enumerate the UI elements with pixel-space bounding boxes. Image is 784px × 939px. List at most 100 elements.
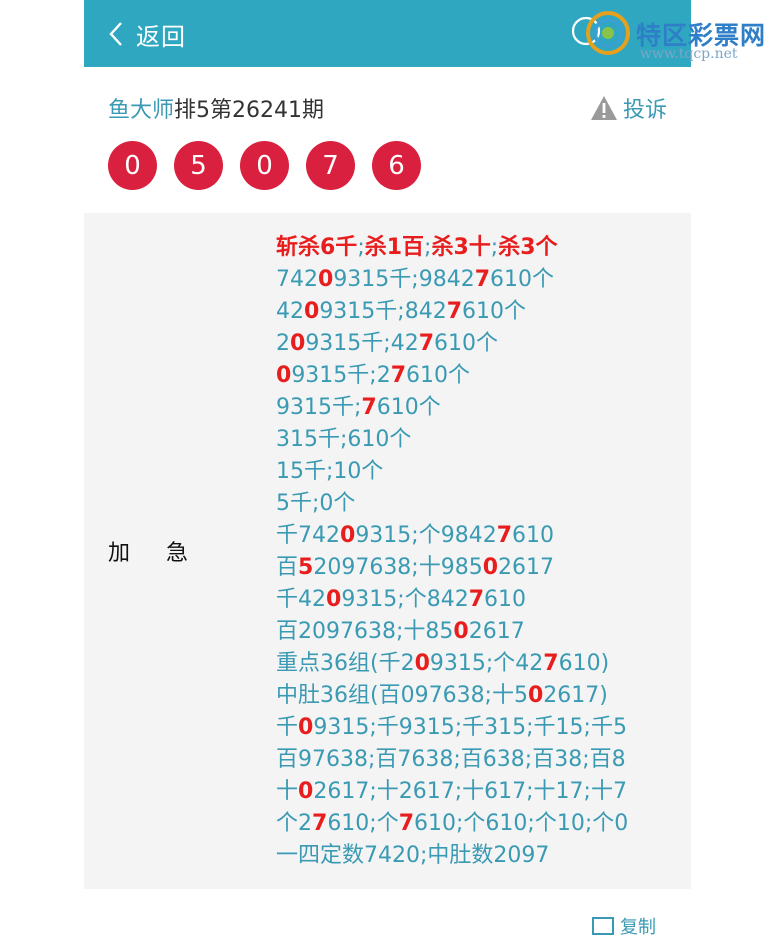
- app-screen: 返回 鱼大师排5第26241期 投诉 05076 加急 斩杀6千;杀1百;杀3十…: [84, 0, 691, 938]
- prediction-line: 个27610;个7610;个610;个10;个0: [276, 808, 676, 840]
- line-text: 9315千;42: [305, 331, 419, 356]
- highlight-digit: 0: [298, 715, 314, 740]
- highlight-digit: 0: [298, 779, 314, 804]
- line-text: 千: [276, 715, 299, 740]
- urgent-label: 加急: [108, 541, 225, 566]
- highlight-digit: 7: [496, 523, 513, 548]
- line-text: 9315千;842: [319, 299, 447, 324]
- author-link[interactable]: 鱼大师: [108, 98, 174, 123]
- line-text: 中肚36组(百097638;十5: [276, 683, 528, 708]
- line-text: 315千;610个: [276, 427, 412, 452]
- line-text: 15千;10个: [276, 459, 384, 484]
- line-text: 2: [276, 331, 290, 356]
- line-text: 742: [276, 267, 318, 292]
- line-text: 610个: [434, 331, 499, 356]
- line-text: 9315;千9315;千315;千15;千5: [313, 715, 627, 740]
- copy-icon: [592, 917, 614, 935]
- line-text: 9315千;2: [291, 363, 391, 388]
- result-ball: 7: [306, 141, 355, 190]
- headline: 斩杀6千;杀1百;杀3十;杀3个: [276, 232, 676, 264]
- result-balls: 05076: [108, 141, 421, 190]
- copy-button[interactable]: 复制: [592, 913, 656, 939]
- prediction-text: 斩杀6千;杀1百;杀3十;杀3个 74209315千;98427610个 4209…: [276, 232, 676, 872]
- line-text: 610;个: [327, 811, 399, 836]
- result-ball: 5: [174, 141, 223, 190]
- line-text: 2617: [468, 619, 525, 644]
- complain-label: 投诉: [622, 98, 667, 123]
- line-text: 9315千;: [276, 395, 362, 420]
- highlight-digit: 0: [318, 267, 334, 292]
- kill-segment: 杀3个: [498, 235, 558, 260]
- highlight-digit: 0: [290, 331, 306, 356]
- complain-button[interactable]: 投诉: [589, 92, 667, 124]
- line-text: 百: [276, 555, 299, 580]
- line-text: 610个: [376, 395, 441, 420]
- result-ball: 6: [372, 141, 421, 190]
- highlight-digit: 7: [474, 267, 491, 292]
- line-text: 610): [558, 651, 610, 676]
- line-text: 重点36组(千2: [276, 651, 415, 676]
- prediction-line: 15千;10个: [276, 456, 676, 488]
- highlight-digit: 0: [340, 523, 356, 548]
- prediction-line: 4209315千;8427610个: [276, 296, 676, 328]
- highlight-digit: 0: [414, 651, 430, 676]
- result-ball: 0: [108, 141, 157, 190]
- back-label: 返回: [136, 22, 186, 51]
- line-text: 42: [276, 299, 304, 324]
- line-text: 610个: [462, 299, 527, 324]
- back-button[interactable]: 返回: [106, 14, 186, 54]
- prediction-line: 209315千;427610个: [276, 328, 676, 360]
- line-text: 2617;十2617;十617;十17;十7: [313, 779, 627, 804]
- line-text: 9315;个842: [341, 587, 469, 612]
- highlight-digit: 0: [453, 619, 469, 644]
- line-text: 610: [512, 523, 555, 548]
- separator: ;: [357, 235, 365, 260]
- highlight-digit: 0: [276, 363, 292, 388]
- highlight-digit: 0: [326, 587, 342, 612]
- highlight-digit: 7: [446, 299, 463, 324]
- copy-label: 复制: [620, 917, 656, 938]
- prediction-line: 中肚36组(百097638;十502617): [276, 680, 676, 712]
- line-text: 9315;个9842: [355, 523, 497, 548]
- line-text: 2097638;十985: [313, 555, 483, 580]
- prediction-line: 千4209315;个8427610: [276, 584, 676, 616]
- highlight-digit: 7: [468, 587, 485, 612]
- watermark-url: www.tqcp.net: [640, 46, 738, 62]
- line-text: 610: [484, 587, 527, 612]
- line-text: 9315;个42: [429, 651, 544, 676]
- line-text: 百97638;百7638;百638;百38;百8: [276, 747, 626, 772]
- highlight-digit: 7: [418, 331, 435, 356]
- line-text: 百2097638;十85: [276, 619, 454, 644]
- prediction-line: 5千;0个: [276, 488, 676, 520]
- highlight-digit: 7: [543, 651, 559, 676]
- highlight-digit: 0: [482, 555, 499, 580]
- prediction-line: 千74209315;个98427610: [276, 520, 676, 552]
- prediction-line: 一四定数7420;中肚数2097: [276, 840, 676, 872]
- line-text: 610;个610;个10;个0: [414, 811, 629, 836]
- line-text: 千742: [276, 523, 340, 548]
- prediction-line: 重点36组(千209315;个427610): [276, 648, 676, 680]
- content-panel: 加急 斩杀6千;杀1百;杀3十;杀3个 74209315千;98427610个 4…: [84, 213, 691, 889]
- highlight-digit: 0: [304, 299, 320, 324]
- line-text: 千42: [276, 587, 326, 612]
- highlight-digit: 5: [298, 555, 314, 580]
- post-title: 鱼大师排5第26241期: [108, 92, 324, 124]
- highlight-digit: 7: [312, 811, 328, 836]
- prediction-line: 09315千;27610个: [276, 360, 676, 392]
- result-ball: 0: [240, 141, 289, 190]
- prediction-line: 百2097638;十8502617: [276, 616, 676, 648]
- highlight-digit: 7: [390, 363, 407, 388]
- kill-segment: 杀1百: [364, 235, 425, 260]
- highlight-digit: 0: [527, 683, 544, 708]
- line-text: 610个: [406, 363, 471, 388]
- prediction-line: 315千;610个: [276, 424, 676, 456]
- prediction-line: 十02617;十2617;十617;十17;十7: [276, 776, 676, 808]
- issue-title: 排5第26241期: [174, 98, 324, 123]
- line-text: 610个: [490, 267, 555, 292]
- prediction-line: 千09315;千9315;千315;千15;千5: [276, 712, 676, 744]
- prediction-line: 百97638;百7638;百638;百38;百8: [276, 744, 676, 776]
- line-text: 2617: [498, 555, 555, 580]
- watermark-logo-icon: [586, 11, 630, 55]
- line-text: 2617): [543, 683, 608, 708]
- kill-segment: 杀3十: [431, 235, 491, 260]
